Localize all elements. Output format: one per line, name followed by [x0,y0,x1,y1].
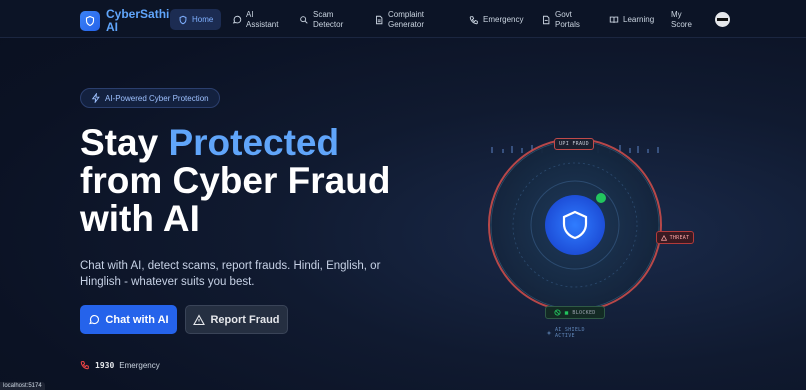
nav-emergency-label: Emergency [483,14,524,24]
avatar-flag-stripe [717,18,728,21]
nav-govt-portals-label: Govt Portals [555,9,580,29]
hero-title-line3: with AI [80,198,200,239]
shield-icon [80,11,100,31]
book-icon [609,15,619,25]
avatar[interactable] [715,12,730,27]
upi-fraud-tag: UPI FRAUD [554,138,594,150]
nav-learning[interactable]: Learning [609,9,654,30]
hero-badge-text: AI-Powered Cyber Protection [105,93,209,103]
emergency-label: Emergency [119,360,160,370]
hero-title: Stay Protected from Cyber Fraud with AI [80,124,440,238]
shield-status-text: AI SHIELD ACTIVE [555,327,585,339]
emergency-number: 1930 [95,360,115,370]
chat-with-ai-button[interactable]: Chat with AI [80,305,177,334]
nav-emergency[interactable]: Emergency [469,9,523,30]
phone-icon [469,15,479,25]
upi-fraud-tag-label: UPI FRAUD [559,141,589,147]
blocked-tag: BLOCKED [545,306,605,319]
shield-icon [178,15,188,25]
nav-home[interactable]: Home [170,9,222,30]
blocked-tag-label: BLOCKED [572,309,596,316]
threat-tag: THREAT [656,231,694,244]
nav-scam-detector-label: Scam Detector [313,9,344,29]
warning-icon [193,313,206,326]
nav-ai-assistant-label: AI Assistant [246,9,279,29]
brand-logo-link[interactable]: CyberSathi AI [80,7,170,34]
threat-tag-label: THREAT [669,234,690,241]
phone-icon [80,360,90,370]
nav-complaint-generator-label: Complaint Generator [388,9,425,29]
emergency-contact[interactable]: 1930 Emergency [80,360,160,370]
hero-subtitle: Chat with AI, detect scams, report fraud… [80,260,381,288]
lightning-icon [91,93,101,103]
shield-visual: UPI FRAUD THREAT BLOCKED AI SHIELD ACTIV… [470,120,700,350]
hero-title-line1-plain: Stay [80,122,169,163]
chat-icon [232,15,242,25]
nav-govt-portals[interactable]: Govt Portals [541,9,586,30]
chat-icon [88,314,100,326]
hero-title-line2: from Cyber Fraud [80,160,391,201]
nav-my-score[interactable]: My Score [671,9,699,30]
chat-with-ai-label: Chat with AI [105,313,169,326]
report-fraud-button[interactable]: Report Fraud [185,305,288,334]
nav-my-score-label: My Score [671,9,692,29]
blocked-icon [554,309,561,316]
nav-ai-assistant[interactable]: AI Assistant [232,9,282,30]
document-icon [374,15,384,25]
brand-name: CyberSathi AI [106,7,170,34]
nav-home-label: Home [192,14,214,24]
nav-complaint-generator[interactable]: Complaint Generator [374,9,434,30]
search-icon [299,15,309,25]
hero-badge: AI-Powered Cyber Protection [80,88,220,108]
file-icon [541,15,551,25]
check-icon [564,310,569,316]
sparkle-icon [546,330,552,336]
report-fraud-label: Report Fraud [210,313,280,326]
top-navbar: CyberSathi AI Home AI Assistant Scam Det… [0,0,806,38]
warning-icon [660,234,667,241]
shield-status-label: AI SHIELD ACTIVE [546,327,606,339]
hero-title-accent: Protected [168,122,340,163]
nav-scam-detector[interactable]: Scam Detector [299,9,349,30]
status-bar-url: localhost:5174 [0,382,45,390]
nav-learning-label: Learning [623,14,655,24]
